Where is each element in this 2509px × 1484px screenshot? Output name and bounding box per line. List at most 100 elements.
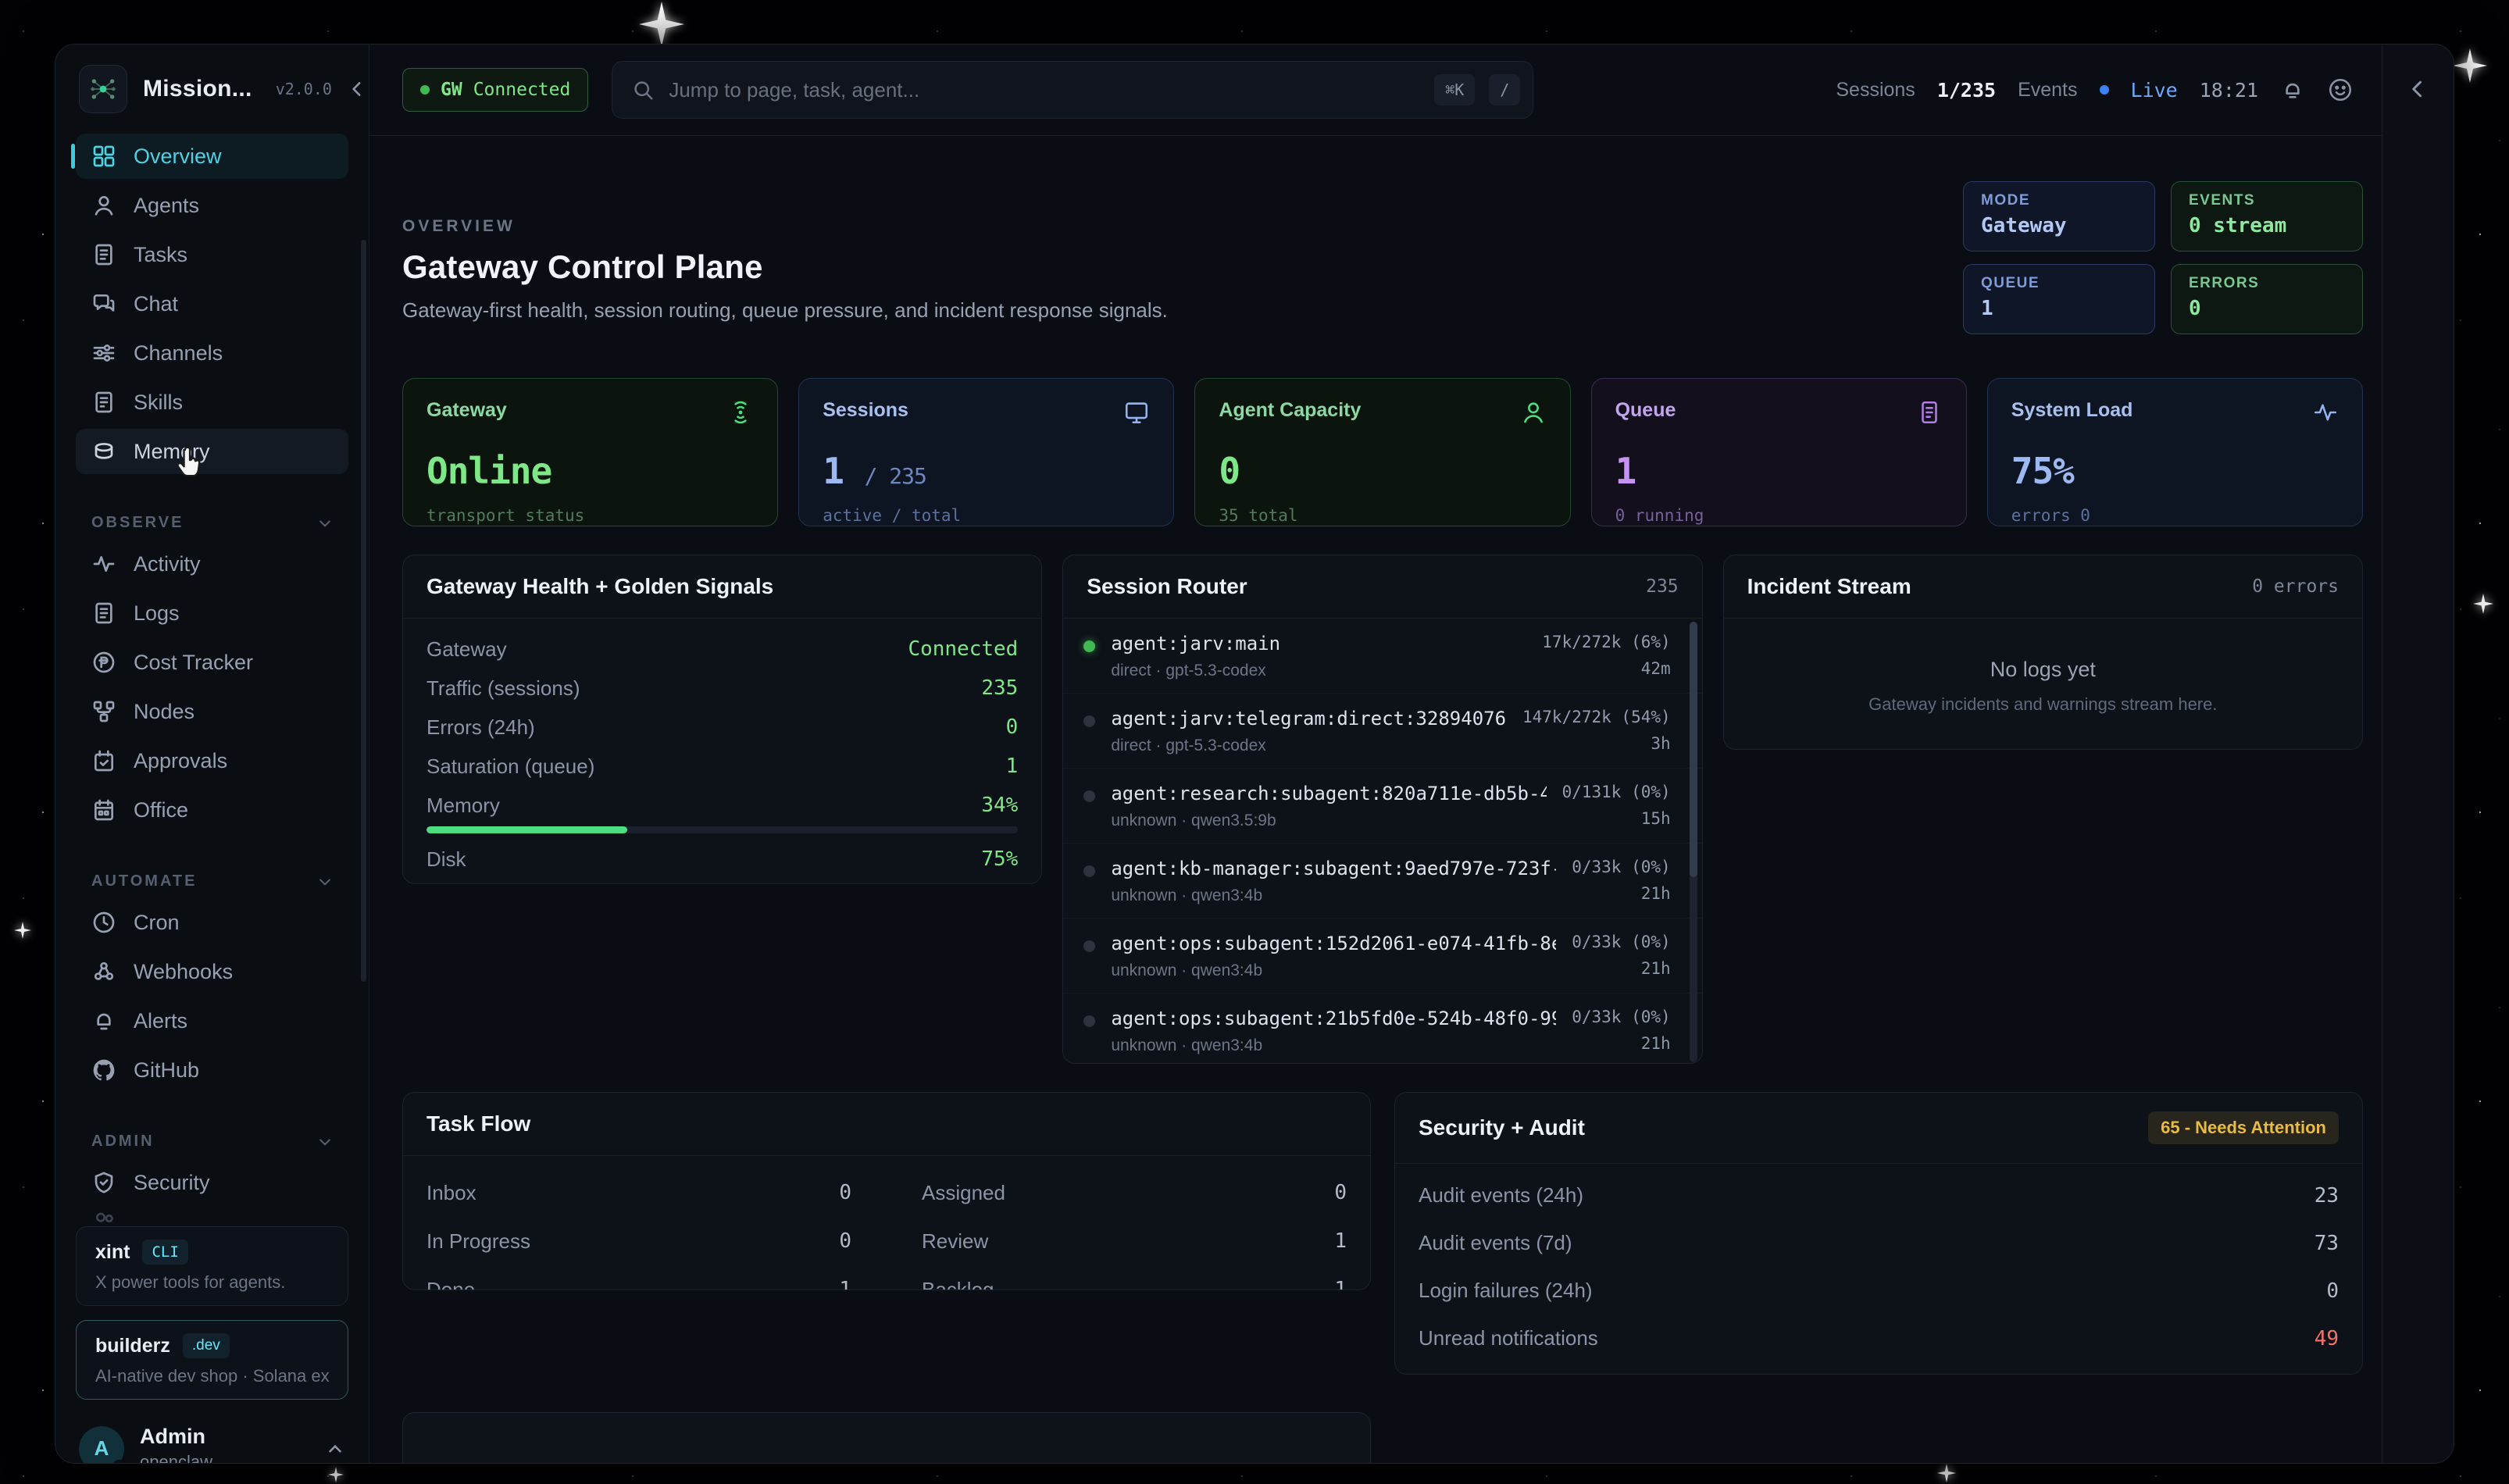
section-header-automate[interactable]: AUTOMATE <box>91 872 333 890</box>
sidebar-item-label: Cron <box>134 911 180 935</box>
page-subtitle: Gateway-first health, session routing, q… <box>402 298 1168 323</box>
session-status-dot <box>1083 1015 1095 1027</box>
feedback-smiley-icon[interactable] <box>2327 77 2354 103</box>
sidebar: Mission... v2.0.0 Overview Agents Tasks <box>55 45 369 1463</box>
empty-state: No logs yet Gateway incidents and warnin… <box>1724 619 2362 750</box>
sparkle-star <box>2473 594 2493 614</box>
grid-icon <box>91 144 116 169</box>
session-count: 235 <box>1646 576 1679 597</box>
sidebar-item-cost-tracker[interactable]: Cost Tracker <box>76 640 348 685</box>
badge-label: QUEUE <box>1981 275 2137 292</box>
user-icon <box>1520 399 1547 430</box>
database-icon <box>91 439 116 464</box>
kbd-cmd-k: ⌘K <box>1434 74 1475 105</box>
live-dot <box>2100 85 2109 95</box>
sidebar-item-logs[interactable]: Logs <box>76 590 348 636</box>
session-status-dot <box>1083 940 1095 952</box>
session-row[interactable]: agent:jarv:maindirect · gpt-5.3-codex 17… <box>1063 619 1701 693</box>
app-version: v2.0.0 <box>276 80 332 98</box>
sidebar-item-label: Approvals <box>134 749 227 773</box>
breadcrumb-eyebrow: OVERVIEW <box>402 217 1168 236</box>
sidebar-item-office[interactable]: Office <box>76 787 348 833</box>
avatar-initial: A <box>95 1436 109 1461</box>
scrollbar-thumb[interactable] <box>1690 622 1697 877</box>
search-input[interactable] <box>669 78 1420 102</box>
github-icon <box>91 1058 116 1083</box>
session-status-dot <box>1083 640 1095 652</box>
session-status-dot <box>1083 715 1095 727</box>
events-status: Live <box>2131 79 2178 102</box>
promo-name: xint <box>95 1241 130 1264</box>
file-text-icon <box>91 390 116 415</box>
security-audit-panel: Security + Audit 65 - Needs Attention Au… <box>1394 1092 2363 1375</box>
sidebar-item-github[interactable]: GitHub <box>76 1047 348 1093</box>
calendar-icon <box>91 797 116 822</box>
app-title: Mission... <box>143 76 252 102</box>
sidebar-item-webhooks[interactable]: Webhooks <box>76 949 348 994</box>
stat-value: 1 / 235 <box>823 450 1150 492</box>
sidebar-item-agents[interactable]: Agents <box>76 183 348 228</box>
sidebar-item-alerts[interactable]: Alerts <box>76 998 348 1043</box>
sidebar-item-memory[interactable]: Memory <box>76 429 348 474</box>
badge-queue: QUEUE 1 <box>1963 264 2155 334</box>
stat-card-agent-capacity[interactable]: Agent Capacity 0 35 total <box>1194 378 1570 526</box>
stat-sub: active / total <box>823 506 1150 525</box>
session-row[interactable]: agent:ops:subagent:152d2061-e074-41fb-8e… <box>1063 918 1701 993</box>
security-row: Audit events (24h)23 <box>1395 1172 2362 1219</box>
sidebar-item-overview[interactable]: Overview <box>76 134 348 179</box>
section-label: OBSERVE <box>91 514 184 532</box>
sidebar-item-tasks[interactable]: Tasks <box>76 232 348 277</box>
kbd-slash: / <box>1489 74 1520 105</box>
sidebar-item-nodes[interactable]: Nodes <box>76 689 348 734</box>
panel-collapse-chevron-icon[interactable] <box>2407 77 2430 105</box>
section-header-admin[interactable]: ADMIN <box>91 1133 333 1150</box>
notification-bell-icon[interactable] <box>2280 77 2305 102</box>
session-row[interactable]: agent:ops:subagent:21b5fd0e-524b-48f0-99… <box>1063 993 1701 1064</box>
session-row[interactable]: agent:research:subagent:820a711e-db5b-4e… <box>1063 768 1701 843</box>
stat-card-system-load[interactable]: System Load 75% errors 0 <box>1987 378 2363 526</box>
stat-label: System Load <box>2011 399 2133 422</box>
sidebar-item-chat[interactable]: Chat <box>76 281 348 326</box>
sidebar-scrollbar[interactable] <box>361 240 366 982</box>
sidebar-collapse-chevron-icon[interactable] <box>348 79 368 99</box>
user-org: openclaw <box>140 1452 212 1464</box>
list-scrollbar[interactable] <box>1690 622 1697 1062</box>
online-status-dot <box>112 1460 126 1464</box>
session-row[interactable]: agent:kb-manager:subagent:9aed797e-723f-… <box>1063 843 1701 918</box>
stat-label: Gateway <box>426 399 507 422</box>
pulse-icon <box>2312 399 2339 430</box>
sidebar-item-skills[interactable]: Skills <box>76 380 348 425</box>
sessions-label: Sessions <box>1836 79 1915 102</box>
promo-card-xint[interactable]: xint CLI X power tools for agents. <box>76 1226 348 1306</box>
chevron-up-icon[interactable] <box>325 1439 345 1459</box>
badge-value: 0 <box>2189 297 2345 320</box>
stat-card-queue[interactable]: Queue 1 0 running <box>1591 378 1967 526</box>
sidebar-item-approvals[interactable]: Approvals <box>76 738 348 783</box>
memory-progress-fill <box>426 826 627 833</box>
global-search[interactable]: ⌘K / <box>612 61 1533 119</box>
user-icon <box>91 193 116 218</box>
badge-value: 0 stream <box>2189 214 2345 237</box>
session-router-panel: Session Router 235 agent:jarv:maindirect… <box>1062 555 1702 1064</box>
sidebar-item-cron[interactable]: Cron <box>76 900 348 945</box>
sidebar-item-security[interactable]: Security <box>76 1160 348 1205</box>
topbar-right: Sessions 1/235 Events Live 18:21 <box>1836 77 2354 103</box>
sidebar-item-label: Skills <box>134 391 183 415</box>
session-row[interactable]: agent:jarv:telegram:direct:328940762dire… <box>1063 693 1701 768</box>
sidebar-item-label: Agents <box>134 194 199 218</box>
sidebar-item-channels[interactable]: Channels <box>76 330 348 376</box>
promo-card-builderz[interactable]: builderz .dev AI-native dev shop · Solan… <box>76 1320 348 1400</box>
health-row: Memory34% <box>403 786 1041 825</box>
section-header-observe[interactable]: OBSERVE <box>91 514 333 532</box>
security-row: Audit events (7d)73 <box>1395 1219 2362 1267</box>
stat-card-gateway[interactable]: Gateway Online transport status <box>402 378 778 526</box>
webhook-icon <box>91 959 116 984</box>
stat-card-sessions[interactable]: Sessions 1 / 235 active / total <box>798 378 1174 526</box>
sparkle-star <box>639 2 684 47</box>
badge-value: Gateway <box>1981 214 2137 237</box>
nodes-icon <box>91 699 116 724</box>
sidebar-item-activity[interactable]: Activity <box>76 541 348 587</box>
main-column: GW Connected ⌘K / Sessions 1/235 Events … <box>369 45 2382 1463</box>
stat-card-row: Gateway Online transport status Sessions… <box>402 378 2363 526</box>
user-menu[interactable]: A Admin openclaw <box>79 1425 345 1464</box>
